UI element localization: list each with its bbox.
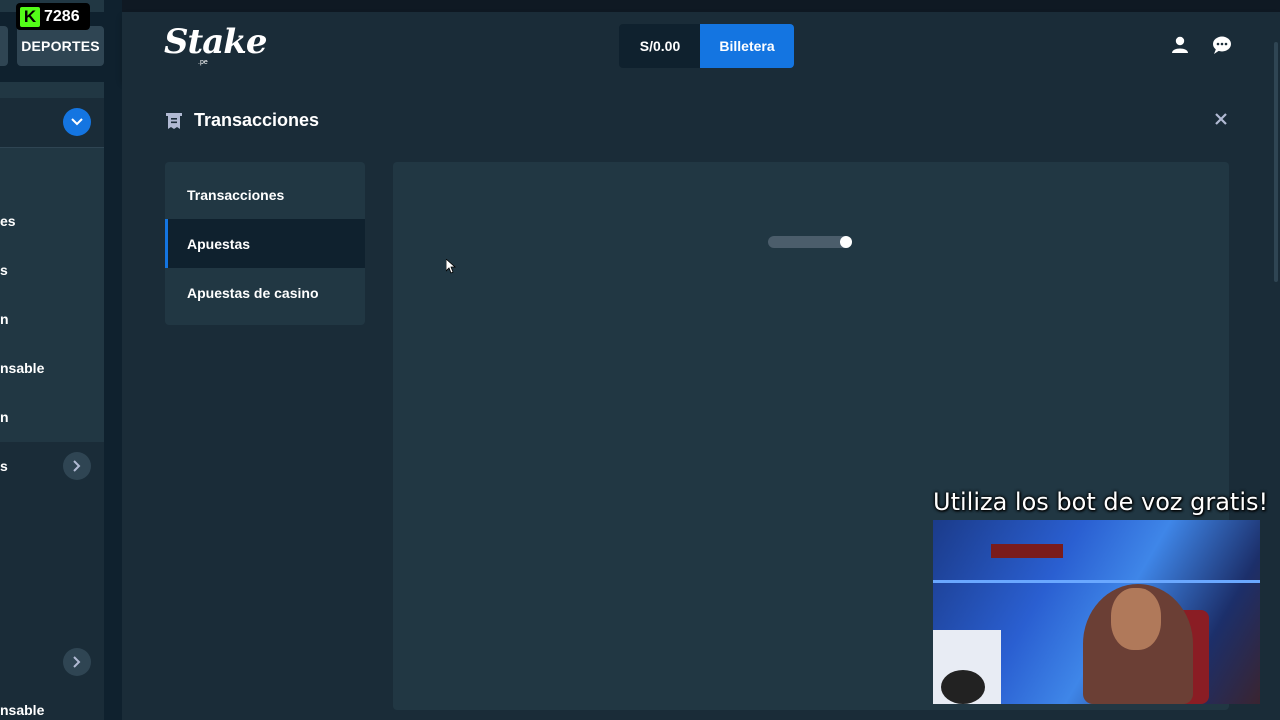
menu-item-apuestas-casino[interactable]: Apuestas de casino xyxy=(165,268,365,317)
loading-toggle[interactable] xyxy=(768,236,852,248)
webcam-head xyxy=(1111,588,1161,650)
user-icon[interactable] xyxy=(1171,36,1189,54)
logo-domain: .pe xyxy=(198,59,208,66)
sidebar-expand-button-2[interactable] xyxy=(63,648,91,676)
transactions-menu: Transacciones Apuestas Apuestas de casin… xyxy=(165,162,365,325)
stake-logo[interactable]: Stake xyxy=(164,22,267,62)
kick-logo-icon: K xyxy=(20,6,40,27)
menu-item-apuestas[interactable]: Apuestas xyxy=(165,219,365,268)
page-scrollbar[interactable] xyxy=(1272,12,1280,720)
chevron-right-icon xyxy=(73,460,81,472)
collapse-button[interactable] xyxy=(63,108,91,136)
scrollbar-thumb[interactable] xyxy=(1274,42,1278,282)
viewer-badge: K 7286 xyxy=(16,3,90,30)
sidebar-item-6[interactable]: s xyxy=(0,458,8,474)
webcam-shelf xyxy=(933,580,1260,583)
close-icon[interactable] xyxy=(1215,113,1227,125)
sidebar-item-1[interactable]: es xyxy=(0,213,16,229)
sidebar: DEPORTES es s n nsable n s nsable xyxy=(0,0,104,720)
sidebar-item-2[interactable]: s xyxy=(0,262,8,278)
stream-caption: Utiliza los bot de voz gratis! xyxy=(933,488,1269,516)
mouse-cursor-icon xyxy=(446,259,456,274)
sidebar-lower xyxy=(0,442,104,720)
sidebar-item-4[interactable]: nsable xyxy=(0,360,44,376)
webcam-speaker xyxy=(941,670,985,704)
sidebar-item-7[interactable]: nsable xyxy=(0,702,44,718)
menu-item-transacciones[interactable]: Transacciones xyxy=(165,170,365,219)
sidebar-item-3[interactable]: n xyxy=(0,311,9,327)
sidebar-item-5[interactable]: n xyxy=(0,409,9,425)
webcam-feed xyxy=(933,520,1260,704)
sidebar-gutter xyxy=(104,0,122,720)
top-strip xyxy=(0,0,1280,12)
chevron-right-icon xyxy=(73,656,81,668)
casino-tab[interactable] xyxy=(0,26,8,66)
wallet-button[interactable]: Billetera xyxy=(700,24,794,68)
chat-icon[interactable] xyxy=(1212,36,1232,54)
modal-title: Transacciones xyxy=(194,110,320,130)
sports-tab[interactable]: DEPORTES xyxy=(17,26,104,66)
receipt-icon xyxy=(166,113,182,129)
sidebar-expand-button[interactable] xyxy=(63,452,91,480)
toggle-knob xyxy=(840,236,852,248)
balance-display[interactable]: S/0.00 xyxy=(619,24,701,68)
header: Stake .pe S/0.00 Billetera xyxy=(122,12,1280,80)
webcam-banner xyxy=(991,544,1063,558)
viewer-count: 7286 xyxy=(44,7,80,25)
chevron-down-icon xyxy=(71,118,83,126)
